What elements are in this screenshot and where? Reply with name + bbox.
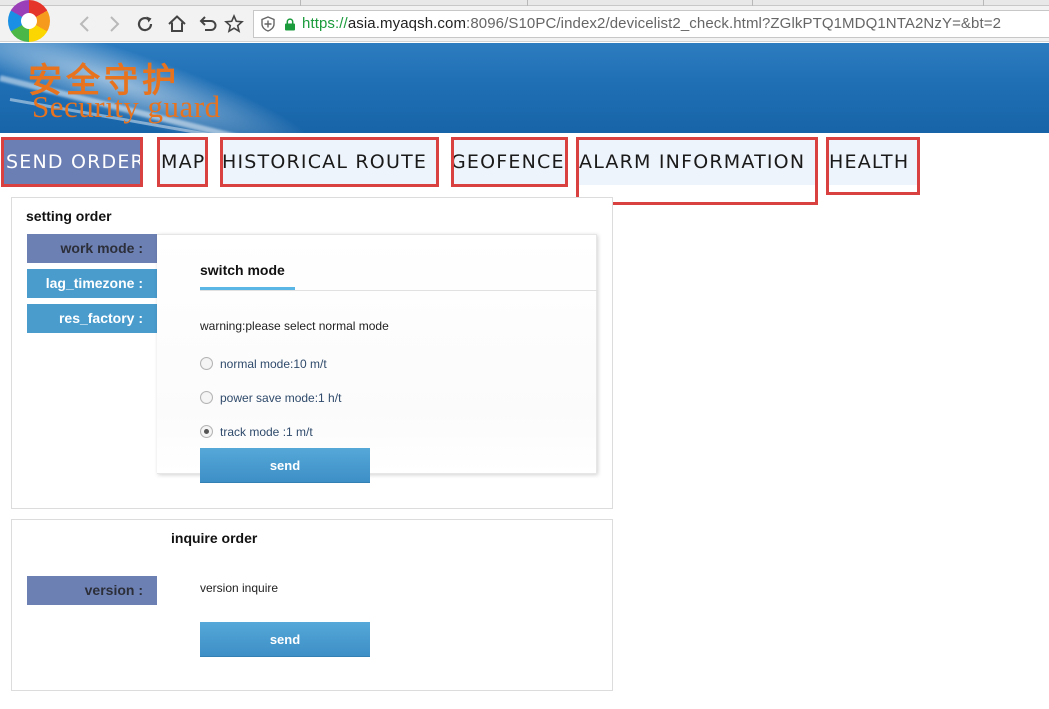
lag-timezone-button[interactable]: lag_timezone : [27, 269, 157, 298]
banner-english-title: Security guard [32, 89, 221, 124]
tab-label: GEOFENCE [451, 151, 565, 173]
url-host: asia.myaqsh.com [347, 15, 467, 32]
home-icon[interactable] [166, 13, 188, 35]
warning-text: warning:please select normal mode [200, 319, 389, 333]
tab-label: MAP [161, 151, 206, 173]
star-icon[interactable] [223, 13, 245, 35]
radio-label: track mode :1 m/t [220, 425, 313, 439]
work-mode-button[interactable]: work mode : [27, 234, 157, 263]
send-version-inquire-button[interactable]: send [200, 622, 370, 657]
back-icon[interactable] [74, 13, 96, 35]
lock-icon [284, 18, 296, 31]
url-scheme: https:// [302, 15, 348, 32]
switch-mode-card: switch mode warning:please select normal… [157, 234, 597, 474]
tab-send-order[interactable]: SEND ORDER [1, 137, 145, 187]
radio-button[interactable] [200, 391, 213, 404]
address-bar[interactable]: https://asia.myaqsh.com:8096/S10PC/index… [253, 10, 1049, 38]
tab-label: HISTORICAL ROUTE [222, 151, 428, 173]
tab-geofence[interactable]: GEOFENCE [451, 137, 568, 187]
main-nav: SEND ORDER MAP HISTORICAL ROUTE GEOFENCE… [0, 133, 1049, 205]
version-button[interactable]: version : [27, 576, 157, 605]
header-banner: 安全守护 Security guard [0, 43, 1049, 133]
tab-label: ALARM INFORMATION [579, 151, 806, 173]
radio-label: normal mode:10 m/t [220, 357, 327, 371]
url-path: :8096/S10PC/index2/devicelist2_check.htm… [466, 15, 1002, 32]
send-work-mode-button[interactable]: send [200, 448, 370, 483]
card-divider [200, 290, 597, 291]
inquire-order-title: inquire order [171, 530, 258, 546]
browser-toolbar: https://asia.myaqsh.com:8096/S10PC/index… [0, 0, 1049, 42]
url-text[interactable]: https://asia.myaqsh.com:8096/S10PC/index… [302, 15, 1001, 32]
inquire-order-panel [11, 519, 613, 691]
reload-icon[interactable] [134, 13, 156, 35]
radio-label: power save mode:1 h/t [220, 391, 342, 405]
tab-historical-route[interactable]: HISTORICAL ROUTE [220, 137, 439, 187]
tab-alarm-information[interactable]: ALARM INFORMATION [576, 137, 818, 205]
setting-order-title: setting order [26, 208, 112, 224]
page-root: https://asia.myaqsh.com:8096/S10PC/index… [0, 0, 1049, 709]
res-factory-button[interactable]: res_factory : [27, 304, 157, 333]
undo-icon[interactable] [196, 13, 218, 35]
tab-health[interactable]: HEALTH [826, 137, 920, 195]
radio-button[interactable] [200, 425, 213, 438]
version-inquire-text: version inquire [200, 581, 279, 595]
forward-icon[interactable] [103, 13, 125, 35]
tab-map[interactable]: MAP [157, 137, 208, 187]
radio-button[interactable] [200, 357, 213, 370]
browser-logo-icon[interactable] [8, 0, 50, 42]
tab-switch-mode[interactable]: switch mode [200, 262, 285, 278]
tab-label: HEALTH [829, 151, 910, 173]
tab-label: SEND ORDER [6, 151, 145, 173]
shield-icon[interactable] [260, 16, 276, 32]
